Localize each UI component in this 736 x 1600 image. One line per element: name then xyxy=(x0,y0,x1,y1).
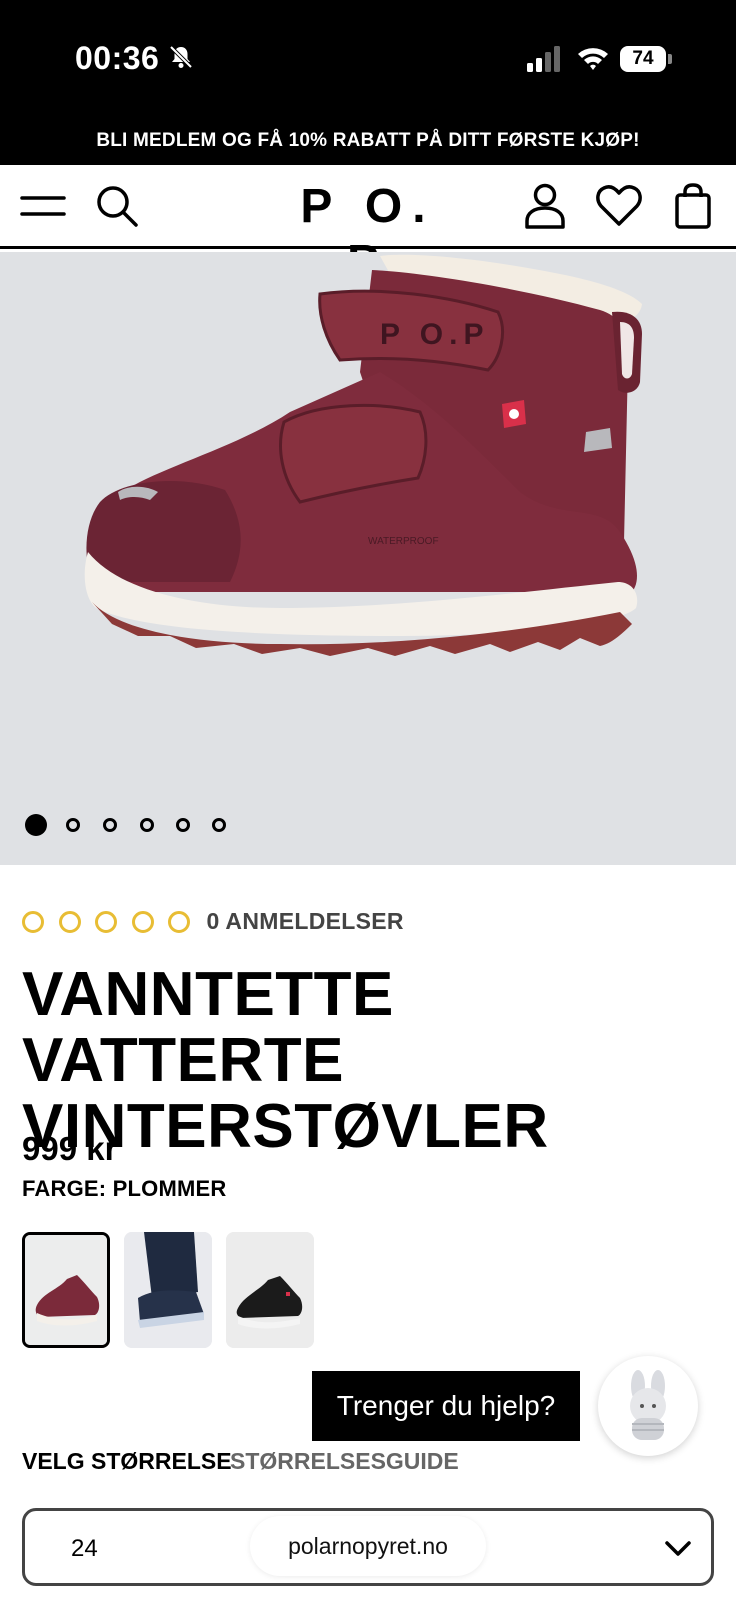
rating-star-2-icon xyxy=(58,910,81,933)
wifi-icon xyxy=(578,48,608,70)
carousel-dot-3[interactable] xyxy=(103,818,117,832)
rating-star-5-icon xyxy=(168,910,190,933)
product-price: 999 kr xyxy=(22,1130,118,1167)
cellular-signal-icon xyxy=(527,46,560,72)
search-icon[interactable] xyxy=(92,181,142,231)
swatch-boot-image xyxy=(124,1232,212,1348)
rating-star-3-icon xyxy=(95,910,117,933)
battery-level: 74 xyxy=(620,46,666,72)
menu-icon[interactable] xyxy=(18,181,68,231)
product-image-carousel[interactable]: P O.P WATERPROOF xyxy=(0,252,736,865)
bell-muted-icon xyxy=(169,45,193,69)
color-swatch-navy[interactable] xyxy=(124,1232,212,1348)
browser-url-pill[interactable]: polarnopyret.no xyxy=(250,1516,486,1576)
battery-tip xyxy=(668,54,672,64)
swatch-boot-image xyxy=(226,1232,314,1348)
account-icon[interactable] xyxy=(520,181,570,231)
status-time: 00:36 xyxy=(75,40,160,76)
help-button[interactable]: Trenger du hjelp? xyxy=(312,1371,580,1441)
color-label: FARGE: PLOMMER xyxy=(22,1176,227,1201)
bag-icon[interactable] xyxy=(668,181,718,231)
color-swatch-black[interactable] xyxy=(226,1232,314,1348)
carousel-dot-2[interactable] xyxy=(66,818,80,832)
size-label: VELG STØRRELSE xyxy=(22,1448,232,1474)
swatch-boot-image xyxy=(25,1235,107,1345)
color-swatch-plommer[interactable] xyxy=(22,1232,110,1348)
help-mascot-avatar[interactable] xyxy=(598,1356,698,1456)
carousel-dot-5[interactable] xyxy=(176,818,190,832)
selected-size: 24 xyxy=(71,1535,98,1562)
carousel-dot-1[interactable] xyxy=(25,814,47,836)
battery-indicator: 74 xyxy=(620,46,672,72)
chevron-down-icon xyxy=(665,1541,691,1556)
boot-waterproof-text: WATERPROOF xyxy=(368,536,439,547)
rating-star-4-icon xyxy=(131,910,154,933)
rating-star-1-icon xyxy=(22,910,44,933)
review-count[interactable]: 0 ANMELDELSER xyxy=(207,908,404,935)
product-rating[interactable]: 0 ANMELDELSER xyxy=(22,908,404,935)
status-bar: 00:36 74 xyxy=(0,0,736,116)
product-title: VANNTETTE VATTERTE VINTERSTØVLER xyxy=(22,960,549,1161)
heart-icon[interactable] xyxy=(594,181,644,231)
promo-banner[interactable]: BLI MEDLEM OG FÅ 10% RABATT PÅ DITT FØRS… xyxy=(0,116,736,165)
bunny-mascot-icon xyxy=(630,1370,666,1440)
site-header: P O. P xyxy=(0,165,736,289)
size-guide-link[interactable]: STØRRELSESGUIDE xyxy=(230,1448,459,1475)
carousel-dot-4[interactable] xyxy=(140,818,154,832)
boot-brand-text: P O.P xyxy=(380,318,489,351)
boot-image: P O.P WATERPROOF xyxy=(84,254,642,656)
carousel-dot-6[interactable] xyxy=(212,818,226,832)
